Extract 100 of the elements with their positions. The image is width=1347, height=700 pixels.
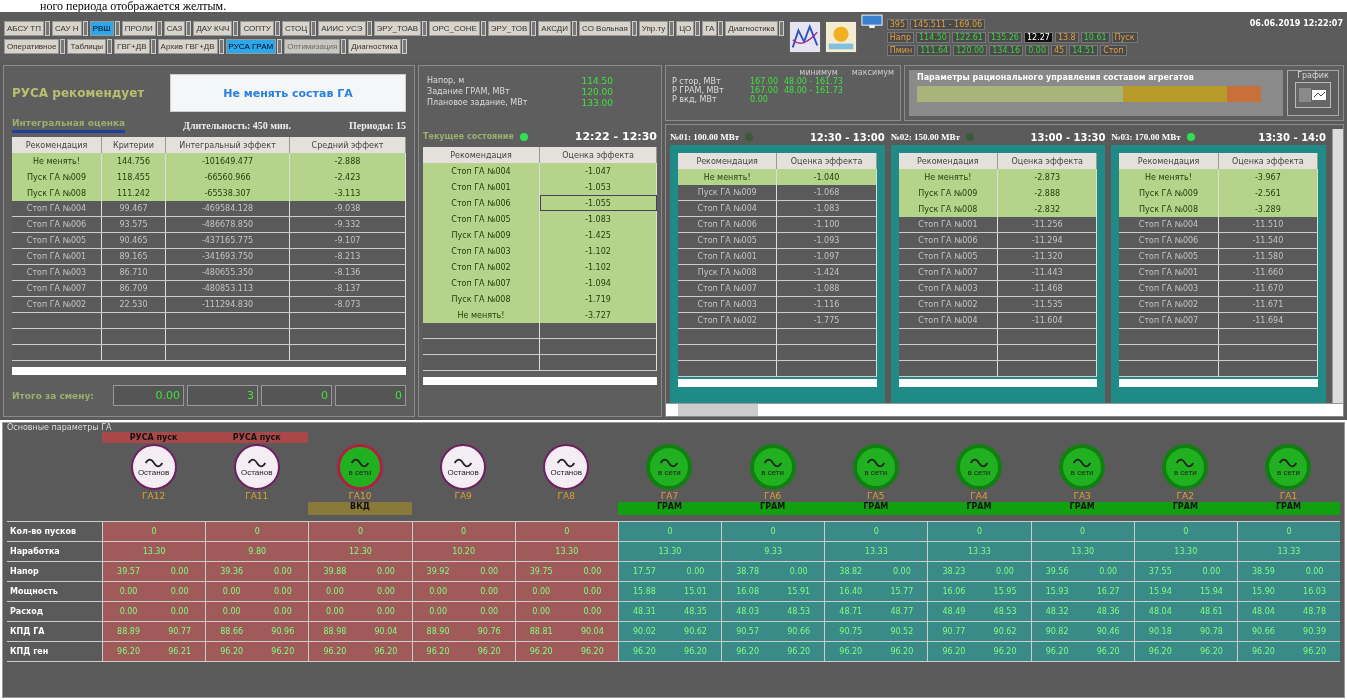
tab-handle-icon[interactable]	[82, 20, 88, 36]
toolbar-tab[interactable]: СОПТУ	[240, 20, 274, 36]
generator-icon[interactable]: в сети	[852, 444, 899, 490]
tab-handle-icon[interactable]	[233, 20, 239, 36]
table-cell: Стоп ГА №006	[678, 217, 778, 232]
toolbar-tab[interactable]: СТОЦ	[281, 20, 311, 36]
tab-handle-icon[interactable]	[366, 20, 372, 36]
table-cell-text: 37.55	[1147, 566, 1173, 578]
column-header[interactable]: Рекомендация	[1119, 153, 1219, 169]
toolbar-tab[interactable]: АИИС УСЭ	[318, 20, 366, 36]
column-header[interactable]: Оценка эффекта	[1218, 153, 1318, 169]
column-header[interactable]: Рекомендация	[898, 153, 998, 169]
toolbar-tab[interactable]: Диагностика	[348, 38, 401, 54]
status-value: 13.8	[1054, 31, 1079, 43]
toolbar-tab[interactable]: Диагностика	[725, 20, 778, 36]
chart-logo-icon[interactable]	[788, 21, 821, 53]
param-label: Напор, м	[427, 76, 465, 86]
generator-icon[interactable]: Останов	[233, 444, 280, 490]
column-header[interactable]: Средний эффект	[290, 137, 406, 153]
generator-icon[interactable]: в сети	[1162, 444, 1209, 490]
generator-icon[interactable]: в сети	[1265, 444, 1312, 490]
toolbar-tab[interactable]: ЦО	[676, 20, 695, 36]
toolbar-tab[interactable]: Таблицы	[67, 38, 107, 54]
table-cell-text: 0.00	[1201, 566, 1222, 578]
column-header[interactable]: Критерии	[102, 137, 166, 153]
tab-handle-icon[interactable]	[277, 38, 283, 54]
tab-handle-icon[interactable]	[311, 20, 317, 36]
column-header[interactable]: Рекомендация	[678, 153, 778, 169]
power-value: 0.00	[750, 95, 768, 104]
generator-icon[interactable]: Останов	[440, 444, 487, 490]
toolbar-tab[interactable]: ПРОЛИ	[121, 20, 156, 36]
tab-handle-icon[interactable]	[150, 38, 156, 54]
toolbar-tab[interactable]: Упр.ту	[638, 20, 669, 36]
table-cell-text: 0.00	[479, 566, 500, 578]
horizontal-scrollbar[interactable]	[666, 403, 1343, 416]
column-header[interactable]: Оценка эффекта	[540, 147, 657, 163]
generator-icon[interactable]: в сети	[1059, 444, 1106, 490]
toolbar-tab[interactable]: САЗ	[163, 20, 186, 36]
tab-handle-icon[interactable]	[44, 20, 50, 36]
toolbar-tab[interactable]: АБСУ ТП	[4, 20, 44, 36]
column-header[interactable]: Оценка эффекта	[777, 153, 877, 169]
generator-icon[interactable]: в сети	[646, 444, 693, 490]
table-cell-text: 90.04	[373, 626, 399, 638]
total-value: 0	[261, 385, 332, 406]
tab-handle-icon[interactable]	[218, 38, 224, 54]
toolbar-tab[interactable]: ГВГ+ДВ	[114, 38, 150, 54]
vertical-scrollbar[interactable]	[1332, 129, 1343, 403]
tab-handle-icon[interactable]	[156, 20, 162, 36]
tab-handle-icon[interactable]	[341, 38, 347, 54]
table-cell-text: 88.89	[116, 626, 141, 638]
generator-icon[interactable]: Останов	[130, 444, 177, 490]
table-cell-text: 0.00	[221, 606, 242, 618]
column-header[interactable]: Рекомендация	[423, 147, 540, 163]
tab-handle-icon[interactable]	[60, 38, 66, 54]
tab-handle-icon[interactable]	[695, 20, 701, 36]
tab-handle-icon[interactable]	[114, 20, 120, 36]
table-cell: -11.320	[998, 249, 1098, 264]
toolbar-tab[interactable]: САУ Н	[51, 20, 82, 36]
toolbar-tab[interactable]: АКСДИ	[538, 20, 572, 36]
tab-handle-icon[interactable]	[274, 20, 280, 36]
table-cell-text: 12.30	[347, 546, 373, 558]
tab-handle-icon[interactable]	[401, 38, 407, 54]
generator-icon[interactable]: в сети	[955, 444, 1002, 490]
toolbar-tab[interactable]: РВШ	[89, 20, 114, 36]
column-header[interactable]: Оценка эффекта	[998, 153, 1098, 169]
column-header[interactable]: Интегральный эффект	[166, 137, 290, 153]
tab-handle-icon[interactable]	[572, 20, 578, 36]
table-cell-text: 39.88	[322, 566, 348, 578]
toolbar-tab[interactable]: Оперативное	[4, 38, 60, 54]
toolbar-tab[interactable]: ОРС_СОНЕ	[429, 20, 480, 36]
duration-text: Длительность: 450 мин.	[183, 120, 292, 131]
graph-label: График	[1297, 71, 1329, 80]
recommendation-button[interactable]: Не менять состав ГА	[170, 74, 406, 112]
toolbar-tab[interactable]: ДАУ КЧЧ	[193, 20, 233, 36]
table-cell-text: 13.33	[1276, 546, 1302, 558]
tab-handle-icon[interactable]	[422, 20, 428, 36]
toolbar-tab[interactable]: Архив ГВГ+ДВ	[157, 38, 218, 54]
tab-handle-icon[interactable]	[718, 20, 724, 36]
table-cell-text: 90.78	[1198, 626, 1224, 638]
tab-handle-icon[interactable]	[107, 38, 113, 54]
generator-icon[interactable]: в сети	[749, 444, 796, 490]
generator-icon[interactable]: в сети	[336, 444, 383, 490]
toolbar-tab[interactable]: СО Вольная	[579, 20, 631, 36]
tab-handle-icon[interactable]	[480, 20, 486, 36]
tab-handle-icon[interactable]	[186, 20, 192, 36]
chart-button[interactable]	[1295, 82, 1331, 108]
tab-handle-icon[interactable]	[631, 20, 637, 36]
tab-handle-icon[interactable]	[531, 20, 537, 36]
toolbar-tab[interactable]: ЭРУ_ТОВ	[487, 20, 531, 36]
tab-handle-icon[interactable]	[778, 20, 784, 36]
tab-handle-icon[interactable]	[669, 20, 675, 36]
toolbar-tab[interactable]: РУСА ГРАМ	[225, 38, 277, 54]
column-header[interactable]: Рекомендация	[12, 137, 102, 153]
sun-icon[interactable]	[824, 21, 857, 53]
monitor-icon[interactable]	[860, 14, 883, 29]
toolbar-tab[interactable]: ГА	[702, 20, 718, 36]
toolbar-tab[interactable]: ЭРУ_ТОАВ	[373, 20, 422, 36]
table-cell-text: 0.00	[376, 586, 396, 598]
unit-name: ГА9	[454, 491, 472, 501]
generator-icon[interactable]: Останов	[543, 444, 590, 490]
